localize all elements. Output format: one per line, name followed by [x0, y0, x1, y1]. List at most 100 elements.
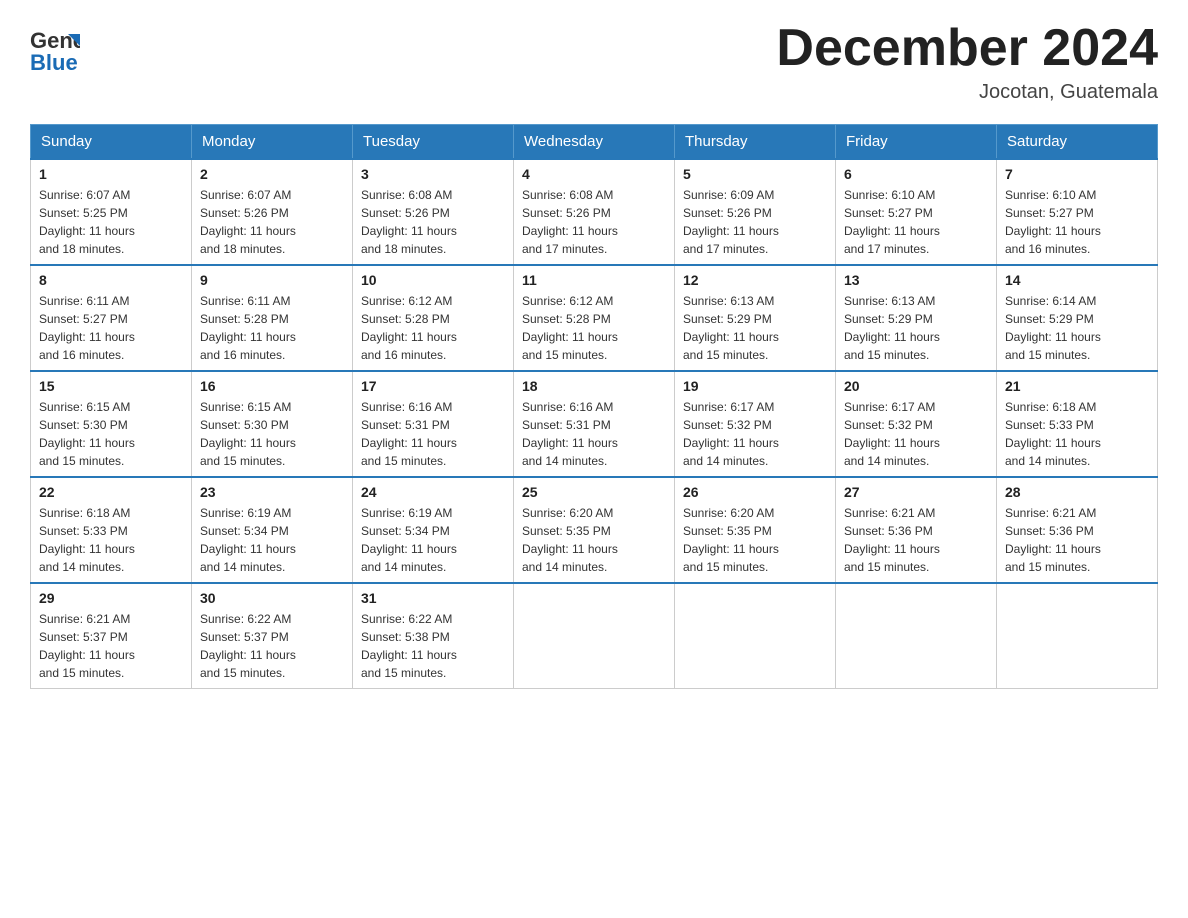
day-info: Sunrise: 6:07 AMSunset: 5:25 PMDaylight:… — [39, 186, 183, 258]
table-row — [836, 583, 997, 689]
table-row: 4Sunrise: 6:08 AMSunset: 5:26 PMDaylight… — [514, 159, 675, 265]
day-info: Sunrise: 6:22 AMSunset: 5:38 PMDaylight:… — [361, 610, 505, 682]
table-row: 8Sunrise: 6:11 AMSunset: 5:27 PMDaylight… — [31, 265, 192, 371]
day-number: 13 — [844, 272, 988, 288]
day-info: Sunrise: 6:07 AMSunset: 5:26 PMDaylight:… — [200, 186, 344, 258]
header-thursday: Thursday — [675, 125, 836, 160]
day-info: Sunrise: 6:10 AMSunset: 5:27 PMDaylight:… — [1005, 186, 1149, 258]
day-number: 3 — [361, 166, 505, 182]
day-info: Sunrise: 6:12 AMSunset: 5:28 PMDaylight:… — [522, 292, 666, 364]
table-row — [514, 583, 675, 689]
day-info: Sunrise: 6:11 AMSunset: 5:27 PMDaylight:… — [39, 292, 183, 364]
day-info: Sunrise: 6:18 AMSunset: 5:33 PMDaylight:… — [39, 504, 183, 576]
day-info: Sunrise: 6:21 AMSunset: 5:36 PMDaylight:… — [1005, 504, 1149, 576]
header-wednesday: Wednesday — [514, 125, 675, 160]
day-number: 9 — [200, 272, 344, 288]
day-number: 26 — [683, 484, 827, 500]
day-info: Sunrise: 6:21 AMSunset: 5:37 PMDaylight:… — [39, 610, 183, 682]
logo: General Blue — [30, 20, 80, 75]
table-row: 21Sunrise: 6:18 AMSunset: 5:33 PMDayligh… — [997, 371, 1158, 477]
day-info: Sunrise: 6:13 AMSunset: 5:29 PMDaylight:… — [683, 292, 827, 364]
table-row: 30 Sunrise: 6:22 AMSunset: 5:37 PMDayligh… — [192, 583, 353, 689]
table-row: 15 Sunrise: 6:15 AMSunset: 5:30 PMDayligh… — [31, 371, 192, 477]
header-friday: Friday — [836, 125, 997, 160]
table-row: 9 Sunrise: 6:11 AMSunset: 5:28 PMDaylight… — [192, 265, 353, 371]
day-number: 29 — [39, 590, 183, 606]
day-info: Sunrise: 6:14 AMSunset: 5:29 PMDaylight:… — [1005, 292, 1149, 364]
day-info: Sunrise: 6:17 AMSunset: 5:32 PMDaylight:… — [683, 398, 827, 470]
day-info: Sunrise: 6:20 AMSunset: 5:35 PMDaylight:… — [683, 504, 827, 576]
table-row: 6 Sunrise: 6:10 AMSunset: 5:27 PMDaylight… — [836, 159, 997, 265]
day-number: 23 — [200, 484, 344, 500]
day-number: 20 — [844, 378, 988, 394]
day-number: 16 — [200, 378, 344, 394]
table-row: 5Sunrise: 6:09 AMSunset: 5:26 PMDaylight… — [675, 159, 836, 265]
table-row — [997, 583, 1158, 689]
day-info: Sunrise: 6:08 AMSunset: 5:26 PMDaylight:… — [361, 186, 505, 258]
day-number: 30 — [200, 590, 344, 606]
day-number: 5 — [683, 166, 827, 182]
table-row: 22 Sunrise: 6:18 AMSunset: 5:33 PMDayligh… — [31, 477, 192, 583]
table-row: 20 Sunrise: 6:17 AMSunset: 5:32 PMDayligh… — [836, 371, 997, 477]
svg-text:Blue: Blue — [30, 50, 78, 75]
table-row: 29 Sunrise: 6:21 AMSunset: 5:37 PMDayligh… — [31, 583, 192, 689]
day-number: 2 — [200, 166, 344, 182]
table-row: 16 Sunrise: 6:15 AMSunset: 5:30 PMDayligh… — [192, 371, 353, 477]
table-row: 27 Sunrise: 6:21 AMSunset: 5:36 PMDayligh… — [836, 477, 997, 583]
table-row: 24 Sunrise: 6:19 AMSunset: 5:34 PMDayligh… — [353, 477, 514, 583]
table-row: 19 Sunrise: 6:17 AMSunset: 5:32 PMDayligh… — [675, 371, 836, 477]
day-info: Sunrise: 6:21 AMSunset: 5:36 PMDaylight:… — [844, 504, 988, 576]
day-number: 15 — [39, 378, 183, 394]
day-number: 25 — [522, 484, 666, 500]
day-number: 24 — [361, 484, 505, 500]
table-row: 13 Sunrise: 6:13 AMSunset: 5:29 PMDayligh… — [836, 265, 997, 371]
day-number: 22 — [39, 484, 183, 500]
table-row: 11 Sunrise: 6:12 AMSunset: 5:28 PMDayligh… — [514, 265, 675, 371]
day-number: 31 — [361, 590, 505, 606]
location: Jocotan, Guatemala — [776, 81, 1158, 104]
day-number: 27 — [844, 484, 988, 500]
table-row: 3 Sunrise: 6:08 AMSunset: 5:26 PMDaylight… — [353, 159, 514, 265]
day-info: Sunrise: 6:08 AMSunset: 5:26 PMDaylight:… — [522, 186, 666, 258]
month-title: December 2024 — [776, 20, 1158, 77]
week-row-2: 8Sunrise: 6:11 AMSunset: 5:27 PMDaylight… — [31, 265, 1158, 371]
day-number: 28 — [1005, 484, 1149, 500]
page-header: General Blue December 2024 Jocotan, Guat… — [30, 20, 1158, 104]
day-info: Sunrise: 6:15 AMSunset: 5:30 PMDaylight:… — [200, 398, 344, 470]
table-row: 1 Sunrise: 6:07 AMSunset: 5:25 PMDaylight… — [31, 159, 192, 265]
table-row: 14Sunrise: 6:14 AMSunset: 5:29 PMDayligh… — [997, 265, 1158, 371]
week-row-3: 15 Sunrise: 6:15 AMSunset: 5:30 PMDayligh… — [31, 371, 1158, 477]
day-info: Sunrise: 6:15 AMSunset: 5:30 PMDaylight:… — [39, 398, 183, 470]
day-number: 11 — [522, 272, 666, 288]
day-info: Sunrise: 6:12 AMSunset: 5:28 PMDaylight:… — [361, 292, 505, 364]
table-row: 26 Sunrise: 6:20 AMSunset: 5:35 PMDayligh… — [675, 477, 836, 583]
day-info: Sunrise: 6:10 AMSunset: 5:27 PMDaylight:… — [844, 186, 988, 258]
header-row: Sunday Monday Tuesday Wednesday Thursday… — [31, 125, 1158, 160]
day-info: Sunrise: 6:16 AMSunset: 5:31 PMDaylight:… — [361, 398, 505, 470]
day-info: Sunrise: 6:19 AMSunset: 5:34 PMDaylight:… — [361, 504, 505, 576]
day-number: 12 — [683, 272, 827, 288]
day-info: Sunrise: 6:22 AMSunset: 5:37 PMDaylight:… — [200, 610, 344, 682]
day-info: Sunrise: 6:13 AMSunset: 5:29 PMDaylight:… — [844, 292, 988, 364]
day-info: Sunrise: 6:17 AMSunset: 5:32 PMDaylight:… — [844, 398, 988, 470]
table-row — [675, 583, 836, 689]
week-row-5: 29 Sunrise: 6:21 AMSunset: 5:37 PMDayligh… — [31, 583, 1158, 689]
day-number: 19 — [683, 378, 827, 394]
table-row: 17 Sunrise: 6:16 AMSunset: 5:31 PMDayligh… — [353, 371, 514, 477]
week-row-4: 22 Sunrise: 6:18 AMSunset: 5:33 PMDayligh… — [31, 477, 1158, 583]
day-info: Sunrise: 6:11 AMSunset: 5:28 PMDaylight:… — [200, 292, 344, 364]
day-info: Sunrise: 6:16 AMSunset: 5:31 PMDaylight:… — [522, 398, 666, 470]
table-row: 12 Sunrise: 6:13 AMSunset: 5:29 PMDayligh… — [675, 265, 836, 371]
day-info: Sunrise: 6:19 AMSunset: 5:34 PMDaylight:… — [200, 504, 344, 576]
day-number: 6 — [844, 166, 988, 182]
table-row: 31 Sunrise: 6:22 AMSunset: 5:38 PMDayligh… — [353, 583, 514, 689]
table-row: 18Sunrise: 6:16 AMSunset: 5:31 PMDayligh… — [514, 371, 675, 477]
table-row: 28 Sunrise: 6:21 AMSunset: 5:36 PMDayligh… — [997, 477, 1158, 583]
day-number: 17 — [361, 378, 505, 394]
header-tuesday: Tuesday — [353, 125, 514, 160]
day-number: 1 — [39, 166, 183, 182]
day-number: 10 — [361, 272, 505, 288]
day-number: 21 — [1005, 378, 1149, 394]
header-sunday: Sunday — [31, 125, 192, 160]
table-row: 23 Sunrise: 6:19 AMSunset: 5:34 PMDayligh… — [192, 477, 353, 583]
